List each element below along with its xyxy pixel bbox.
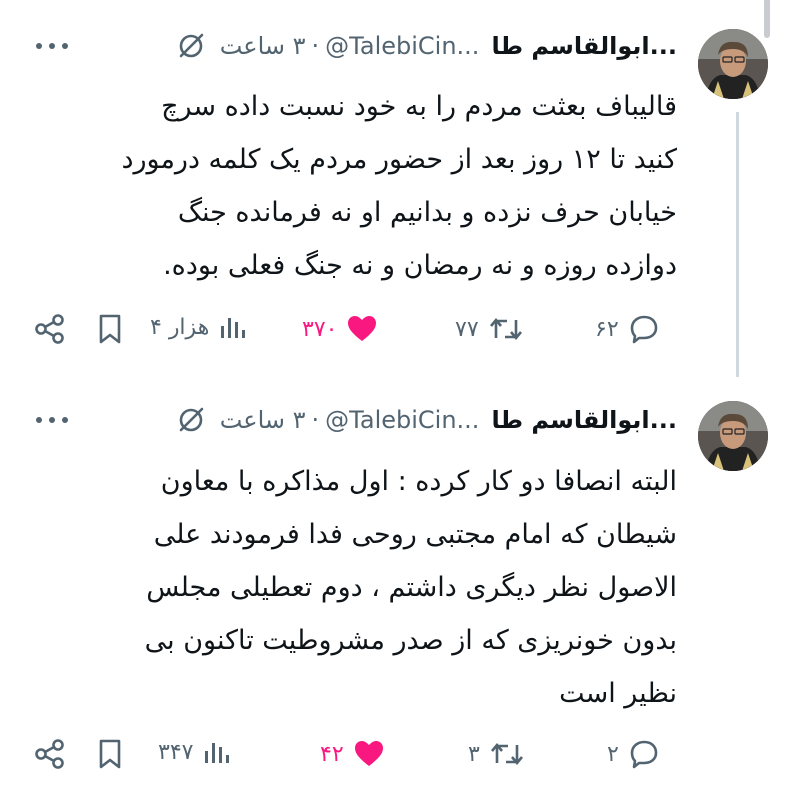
- avatar[interactable]: [698, 29, 768, 99]
- views-count: ۴ هزار: [150, 314, 210, 340]
- reply-button[interactable]: ۶۲: [595, 312, 661, 346]
- tweet-header: ابوالقاسم طا... @TalebiCin... · ۳ ساعت: [162, 28, 677, 64]
- reply-button[interactable]: ۲: [607, 737, 661, 771]
- tweet-text-line: بدون خونریزی که از صدر مشروطیت تاکنون بی: [144, 625, 677, 656]
- views-count: ۳۴۷: [158, 739, 194, 765]
- tweet-text-line: البته انصافا دو کار کرده : اول مذاکره با…: [160, 466, 677, 497]
- tweet-actions: ۲ ۳ ۴۲ ۳۴۷: [0, 737, 792, 777]
- reply-count: ۲: [607, 741, 619, 767]
- tweet-text-line: الاصول نظر دیگری داشتم ، دوم تعطیلی مجلس: [146, 572, 677, 603]
- share-button[interactable]: [33, 312, 67, 346]
- bookmark-icon: [99, 314, 121, 344]
- tweet-text-line: قالیباف بعثت مردم را به خود نسبت داده سر…: [161, 91, 677, 122]
- tweet-text-line: نظیر است: [559, 678, 677, 709]
- bookmark-icon: [99, 739, 121, 769]
- retweet-icon: [490, 742, 523, 766]
- retweet-button[interactable]: ۷۷: [455, 312, 525, 346]
- analytics-icon: [221, 318, 246, 338]
- author-handle[interactable]: @TalebiCin...: [325, 32, 479, 60]
- heart-icon: [354, 741, 383, 766]
- tweet-text-line: کنید تا ۱۲ روز بعد از حضور مردم یک کلمه …: [121, 144, 677, 175]
- bookmark-button[interactable]: [95, 737, 125, 771]
- tweet-text: قالیباف بعثت مردم را به خود نسبت داده سر…: [37, 80, 677, 292]
- retweet-button[interactable]: ۳: [468, 737, 526, 771]
- avatar[interactable]: [698, 401, 768, 471]
- like-count: ۳۷۰: [302, 316, 338, 342]
- views-button[interactable]: ۳۴۷: [158, 737, 231, 767]
- share-icon: [35, 739, 64, 769]
- like-button[interactable]: ۴۲: [320, 737, 386, 771]
- author-name[interactable]: ابوالقاسم طا...: [491, 406, 677, 434]
- scrollbar-thumb[interactable]: [764, 0, 770, 38]
- analytics-icon: [205, 743, 230, 763]
- reply-icon: [630, 740, 658, 769]
- user-photo-icon: [698, 29, 768, 99]
- retweet-count: ۳: [468, 741, 480, 767]
- retweet-icon: [489, 317, 522, 341]
- timestamp[interactable]: ۳ ساعت: [220, 32, 306, 60]
- grok-icon[interactable]: [176, 31, 206, 61]
- grok-icon[interactable]: [176, 405, 206, 435]
- reply-count: ۶۲: [595, 316, 619, 342]
- more-options-icon[interactable]: [36, 417, 68, 423]
- more-options-icon[interactable]: [36, 43, 68, 49]
- tweet-text-line: شیطان که امام مجتبی روحی فدا فرمودند علی: [153, 519, 677, 550]
- tweet-header: ابوالقاسم طا... @TalebiCin... · ۳ ساعت: [162, 402, 677, 438]
- timestamp[interactable]: ۳ ساعت: [220, 406, 306, 434]
- reply-icon: [630, 315, 657, 344]
- user-photo-icon: [698, 401, 768, 471]
- tweet-text: البته انصافا دو کار کرده : اول مذاکره با…: [37, 455, 677, 720]
- heart-icon: [348, 316, 377, 341]
- retweet-count: ۷۷: [455, 316, 479, 342]
- author-handle[interactable]: @TalebiCin...: [325, 406, 479, 434]
- tweet-text-line: خیابان حرف نزده و بدانیم او نه فرمانده ج…: [177, 197, 677, 228]
- author-name[interactable]: ابوالقاسم طا...: [491, 32, 677, 60]
- separator-dot: ·: [311, 32, 320, 60]
- views-button[interactable]: ۴ هزار: [150, 312, 247, 342]
- like-button[interactable]: ۳۷۰: [302, 312, 379, 346]
- bookmark-button[interactable]: [95, 312, 125, 346]
- share-button[interactable]: [33, 737, 67, 771]
- tweet-actions: ۶۲ ۷۷ ۳۷۰ ۴ هزار: [0, 312, 792, 352]
- tweet-text-line: دوازده روزه و نه رمضان و نه جنگ فعلی بود…: [163, 250, 677, 281]
- like-count: ۴۲: [320, 741, 344, 767]
- separator-dot: ·: [311, 406, 320, 434]
- share-icon: [35, 314, 64, 344]
